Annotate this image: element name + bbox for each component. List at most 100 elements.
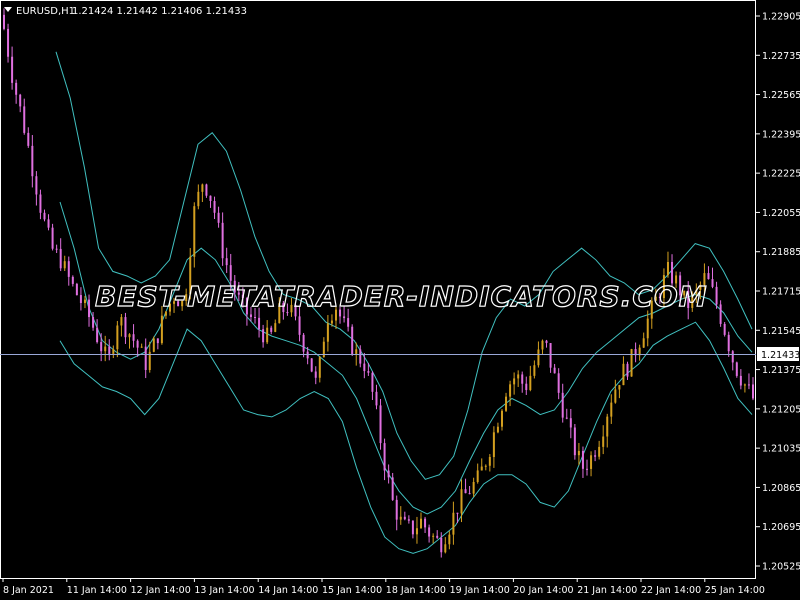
- candle-body: [432, 535, 435, 537]
- time-axis[interactable]: 8 Jan 2021 11 Jan 14:00 12 Jan 14:00 13 Jan…: [2, 578, 765, 596]
- candle: [383, 438, 386, 481]
- candle-body: [464, 489, 467, 494]
- candle: [326, 315, 329, 352]
- candle-body: [51, 227, 54, 249]
- candle-body: [715, 286, 718, 305]
- time-tick-label: 22 Jan 14:00: [641, 585, 701, 596]
- candle: [573, 424, 576, 460]
- candle-body: [444, 544, 447, 553]
- candle: [55, 244, 58, 253]
- candle: [225, 247, 228, 273]
- candle-body: [318, 357, 321, 378]
- candle-body: [586, 468, 589, 470]
- candle-body: [88, 299, 91, 318]
- time-tick-label: 11 Jan 14:00: [67, 585, 127, 596]
- candle-body: [23, 106, 26, 133]
- candle: [379, 398, 382, 450]
- time-tick-label: 25 Jan 14:00: [705, 585, 765, 596]
- candle-body: [383, 443, 386, 471]
- candle: [517, 370, 520, 387]
- symbol-dropdown-icon[interactable]: [4, 7, 12, 12]
- candle: [444, 537, 447, 554]
- candle: [731, 350, 734, 371]
- candle: [509, 380, 512, 407]
- candle: [735, 361, 738, 378]
- candle: [411, 520, 414, 539]
- candle-body: [371, 372, 374, 392]
- candle-body: [610, 402, 613, 417]
- candle: [432, 533, 435, 544]
- candle-body: [160, 315, 163, 344]
- candle: [420, 512, 423, 529]
- candle-body: [197, 191, 200, 207]
- candle-body: [302, 334, 305, 352]
- candle: [67, 256, 70, 286]
- candle-body: [723, 323, 726, 335]
- candle-body: [594, 455, 597, 457]
- candle: [407, 515, 410, 524]
- candle: [468, 486, 471, 495]
- price-tick-label: 1.22735: [762, 51, 800, 62]
- candle: [375, 384, 378, 410]
- candle: [75, 282, 78, 296]
- candle-body: [488, 457, 491, 466]
- candle: [144, 338, 147, 379]
- candle: [448, 531, 451, 550]
- candle: [586, 459, 589, 476]
- candle-body: [11, 56, 14, 83]
- candle: [104, 335, 107, 362]
- candle-body: [108, 346, 111, 354]
- candle-body: [258, 317, 261, 330]
- candle: [395, 495, 398, 531]
- candle: [500, 409, 503, 431]
- price-tick-label: 1.20865: [762, 483, 800, 494]
- candle: [387, 464, 390, 484]
- candle: [148, 341, 151, 373]
- candle: [205, 183, 208, 198]
- price-tick-label: 1.20525: [762, 562, 800, 573]
- candle: [646, 310, 649, 347]
- candle-body: [96, 327, 99, 343]
- candle: [476, 463, 479, 484]
- candle-body: [509, 384, 512, 397]
- candle-body: [367, 371, 370, 373]
- price-axis[interactable]: 1.22905 1.22735 1.22565 1.22395 1.22225 1.220…: [756, 12, 800, 573]
- candle: [15, 79, 18, 104]
- candle: [561, 383, 564, 423]
- candle-body: [476, 470, 479, 482]
- candle-body: [513, 378, 516, 385]
- candle-body: [448, 534, 451, 545]
- time-tick-label: 21 Jan 14:00: [577, 585, 637, 596]
- candle-body: [630, 349, 633, 377]
- candle-body: [500, 410, 503, 427]
- candle-body: [225, 258, 228, 266]
- candle: [533, 360, 536, 379]
- candle-body: [569, 418, 572, 428]
- candle: [707, 266, 710, 280]
- candle: [630, 348, 633, 377]
- candle-body: [92, 317, 95, 328]
- candle: [23, 98, 26, 135]
- candle: [39, 189, 42, 220]
- candle-body: [326, 323, 329, 342]
- candle: [7, 23, 10, 63]
- chart-area[interactable]: EURUSD,H1 1.21424 1.21442 1.21406 1.2143…: [0, 0, 800, 600]
- candle-body: [747, 384, 750, 386]
- candle-body: [79, 295, 82, 304]
- candle-body: [598, 446, 601, 457]
- candle-body: [399, 516, 402, 520]
- candle: [314, 366, 317, 385]
- candle: [19, 93, 22, 113]
- time-tick-label: 19 Jan 14:00: [450, 585, 510, 596]
- candle: [399, 506, 402, 525]
- candle-body: [606, 416, 609, 437]
- candle: [156, 338, 159, 350]
- candle-body: [379, 405, 382, 444]
- candle-body: [156, 338, 159, 344]
- candle: [88, 294, 91, 327]
- price-tick-label: 1.22395: [762, 129, 800, 140]
- candle-body: [132, 334, 135, 341]
- candle: [96, 319, 99, 344]
- candle-body: [618, 385, 621, 390]
- candle-body: [314, 371, 317, 378]
